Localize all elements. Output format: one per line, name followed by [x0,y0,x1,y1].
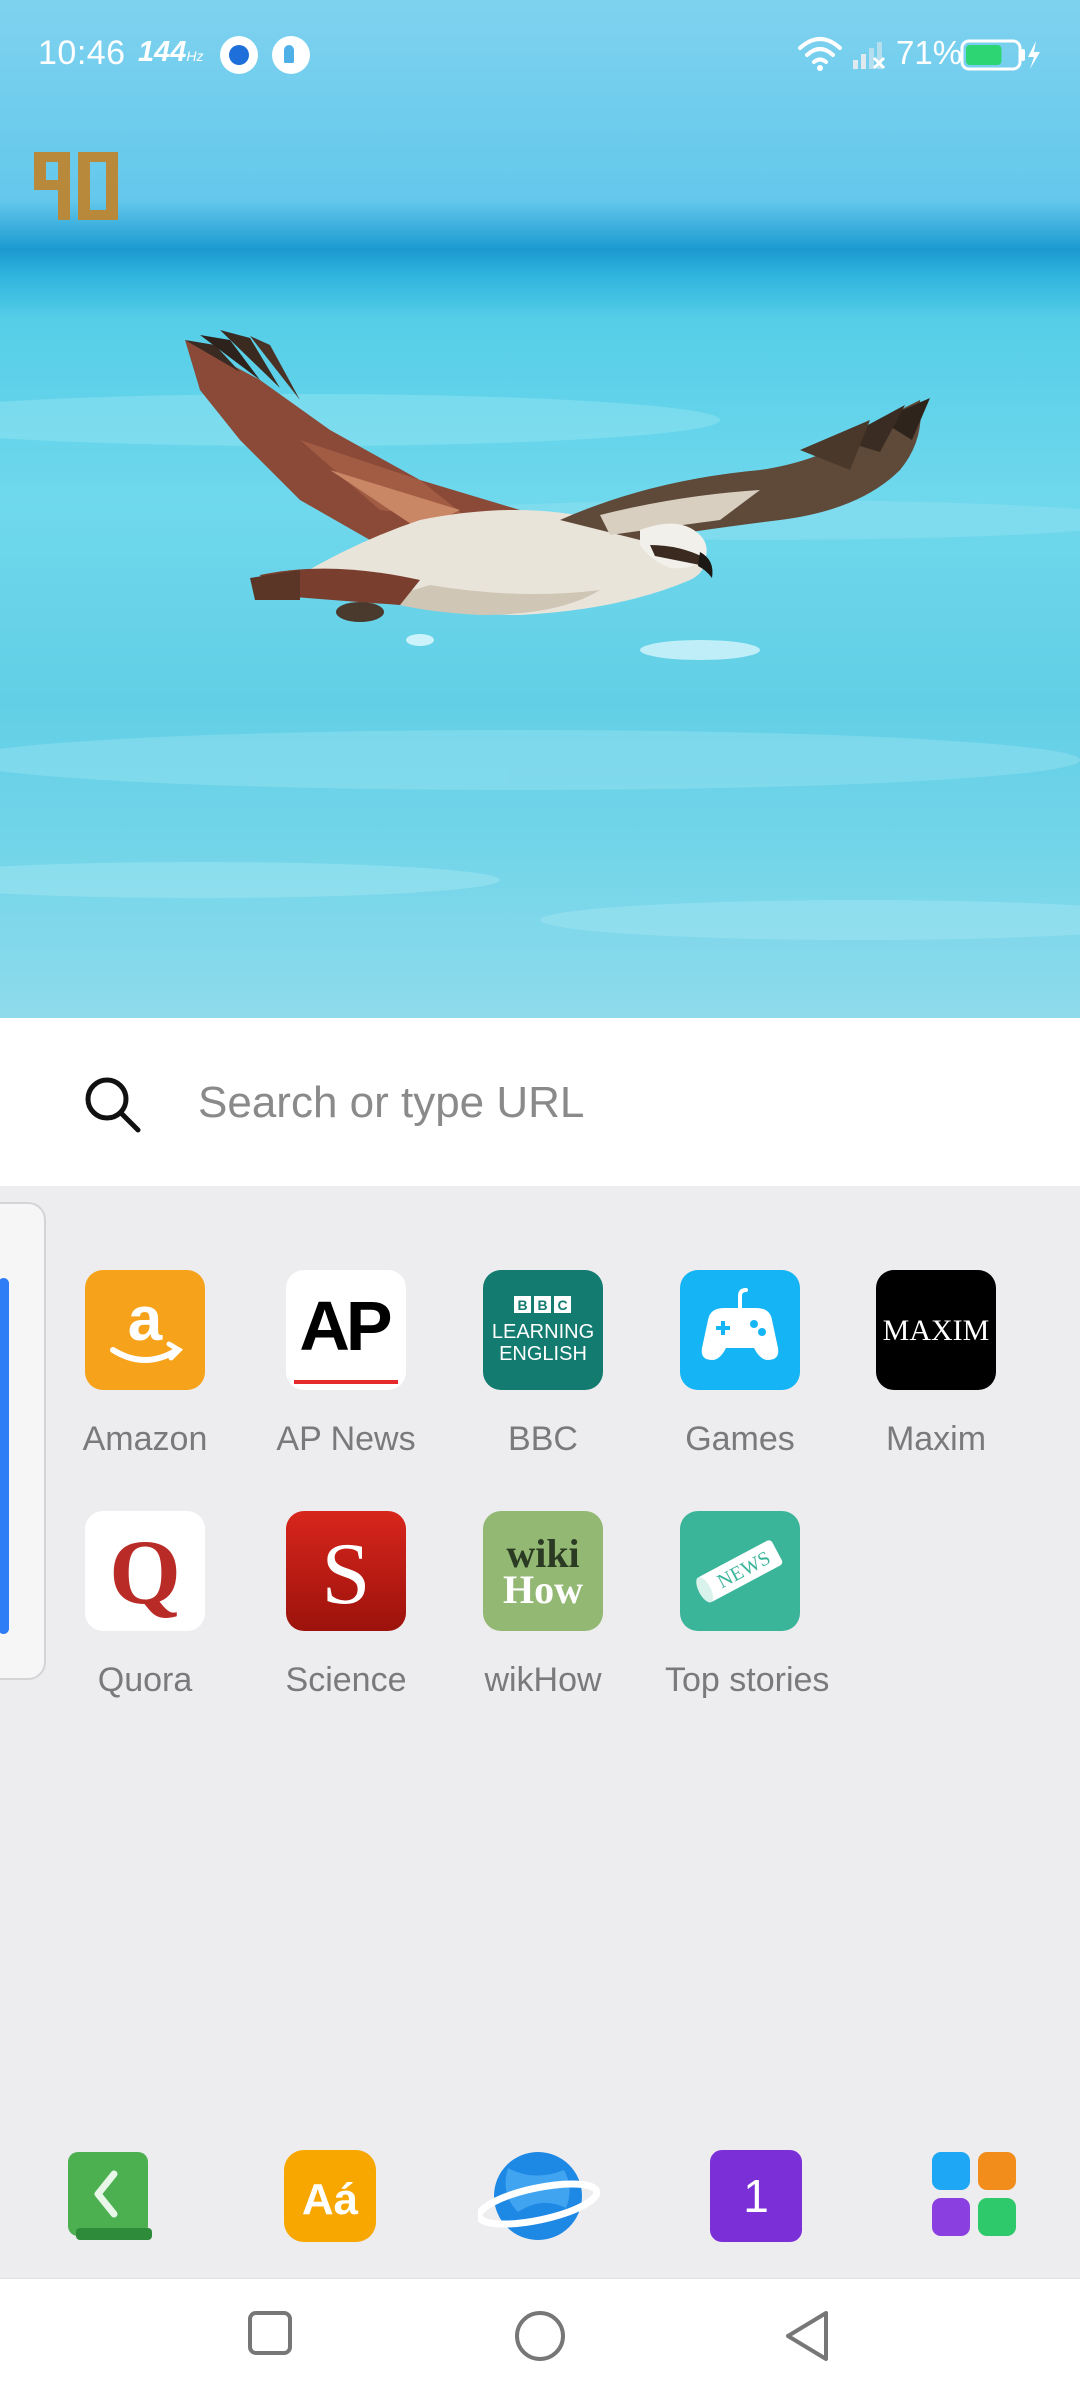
shortcut-label: Amazon [82,1420,208,1458]
search-input[interactable] [196,1070,1016,1136]
newspaper-icon: NEWS [680,1511,800,1631]
wifi-icon [798,37,842,71]
notification-app-icon-2 [272,36,310,74]
shortcut-grid: a Amazon AP AP News B B C LEARNING ENGLI… [0,1186,1080,2126]
osprey-photo [0,330,1080,940]
recent-apps-icon[interactable] [246,2309,294,2357]
shortcut-label: wikHow [484,1661,602,1699]
notification-app-icon [220,36,258,74]
shortcut-label: Science [285,1661,407,1699]
svg-text:ENGLISH: ENGLISH [499,1343,587,1365]
svg-text:Aá: Aá [302,2175,359,2224]
shortcut-bbc[interactable]: B B C LEARNING ENGLISH BBC [468,1270,618,1480]
bbc-learning-english-icon: B B C LEARNING ENGLISH [483,1270,603,1390]
science-icon: S [286,1511,406,1631]
svg-text:C: C [557,1297,567,1313]
svg-text:S: S [322,1526,371,1623]
search-icon[interactable] [82,1074,142,1134]
shortcut-label: Quora [97,1661,193,1699]
svg-text:MAXIM: MAXIM [883,1314,990,1347]
maxim-icon: MAXIM [876,1270,996,1390]
brand-logo: 90 [34,152,118,220]
svg-text:B: B [517,1297,527,1313]
shortcut-label: BBC [508,1420,578,1458]
side-panel-handle[interactable] [0,1202,46,1680]
gamepad-icon [680,1270,800,1390]
wikihow-icon: wiki How [483,1511,603,1631]
svg-text:Q: Q [109,1521,181,1623]
app-dock: Aá 1 [0,2126,1080,2278]
system-nav-bar [0,2278,1080,2400]
svg-text:B: B [537,1297,547,1313]
shortcut-label: Top stories [665,1661,830,1699]
search-bar[interactable] [0,1018,1080,1186]
signal-icon [853,42,886,70]
browser-globe-app-icon[interactable] [475,2148,601,2244]
shortcut-ap-news[interactable]: AP AP News [271,1270,421,1480]
shortcut-label: Games [685,1420,795,1458]
svg-text:LEARNING: LEARNING [492,1321,594,1343]
shortcut-games[interactable]: Games [665,1270,815,1480]
shortcut-top-stories[interactable]: NEWS Top stories [665,1511,830,1721]
one-app-icon[interactable]: 1 [708,2148,804,2244]
status-bar: 10:46 144Hz 71% [0,0,1080,110]
svg-text:How: How [503,1567,583,1612]
wallpaper-image [0,0,1080,1018]
shortcut-maxim[interactable]: MAXIM Maxim [861,1270,1011,1480]
shortcut-wikihow[interactable]: wiki How wikHow [468,1511,618,1721]
back-icon[interactable] [782,2309,832,2363]
shortcut-amazon[interactable]: a Amazon [70,1270,220,1480]
refresh-rate-indicator: 144Hz [138,36,204,68]
battery-charging-icon [960,39,1040,71]
svg-text:AP: AP [299,1287,391,1365]
app-drawer-icon[interactable] [928,2148,1024,2244]
home-icon[interactable] [513,2309,567,2363]
shortcut-label: AP News [276,1420,416,1458]
side-panel-handle-bar[interactable] [0,1278,9,1634]
quora-icon: Q [85,1511,205,1631]
amazon-icon: a [85,1270,205,1390]
svg-text:1: 1 [743,2170,769,2222]
back-book-app-icon[interactable] [62,2148,158,2244]
svg-text:a: a [128,1285,163,1354]
status-time: 10:46 [38,34,126,72]
shortcut-quora[interactable]: Q Quora [70,1511,220,1721]
shortcut-science[interactable]: S Science [271,1511,421,1721]
shortcut-label: Maxim [885,1420,987,1458]
ap-news-icon: AP [286,1270,406,1390]
battery-percent: 71% [896,34,963,71]
dictionary-app-icon[interactable]: Aá [282,2148,378,2244]
